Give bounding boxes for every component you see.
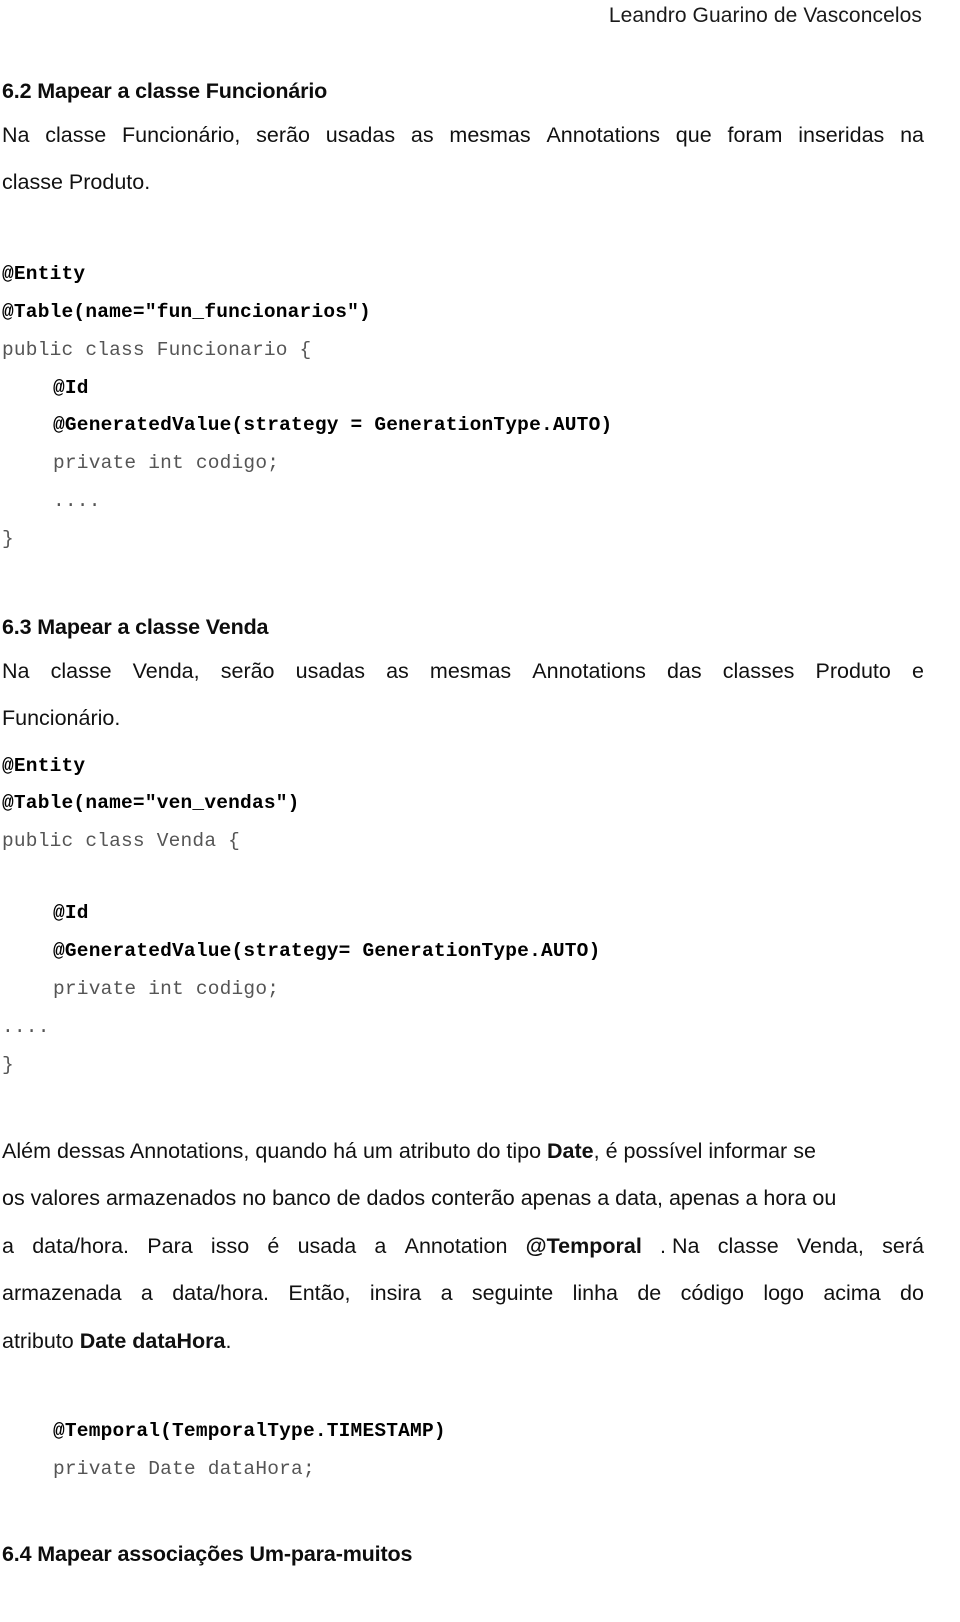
word: é <box>267 1234 280 1258</box>
code-line: private int codigo; <box>53 978 280 1000</box>
word: usadas <box>295 659 365 683</box>
word: Na <box>2 659 30 683</box>
word: armazenada <box>2 1281 122 1305</box>
word: Annotation <box>404 1234 508 1258</box>
code-line: @Id <box>53 902 89 924</box>
section-heading-6-4: 6.4 Mapear associações Um-para-muitos <box>2 1542 413 1566</box>
paragraph-temporal-line-4: armazenada a data/hora. Então, insira a … <box>2 1281 924 1305</box>
code-line: public class Venda { <box>2 830 241 852</box>
document-running-header: Leandro Guarino de Vasconcelos <box>608 4 922 27</box>
word: foram <box>727 123 783 147</box>
code-line: private Date dataHora; <box>53 1458 315 1480</box>
word: classe <box>717 1234 779 1258</box>
word: usada <box>297 1234 357 1258</box>
bold-date-keyword: Date <box>547 1139 594 1163</box>
word: código <box>680 1281 744 1305</box>
bold-temporal-annotation: @Temporal <box>525 1234 642 1258</box>
word: Então, <box>288 1281 351 1305</box>
word: do <box>900 1281 924 1305</box>
word: as <box>386 659 409 683</box>
document-page: Leandro Guarino de Vasconcelos 6.2 Mapea… <box>0 0 960 1622</box>
word: na <box>900 123 924 147</box>
word: Produto <box>815 659 891 683</box>
paragraph-temporal-line-1: Além dessas Annotations, quando há um at… <box>2 1139 924 1163</box>
code-line: @GeneratedValue(strategy = GenerationTyp… <box>53 414 613 436</box>
paragraph-temporal-line-5: atributo Date dataHora. <box>2 1329 924 1353</box>
word: inseridas <box>798 123 885 147</box>
word: e <box>911 659 924 683</box>
word: acima <box>823 1281 881 1305</box>
text-run: atributo <box>2 1329 80 1353</box>
word: das <box>666 659 702 683</box>
word: Funcionário, <box>122 123 241 147</box>
code-line: @Table(name="ven_vendas") <box>2 792 300 814</box>
word: Annotations <box>532 659 646 683</box>
word: serão <box>220 659 275 683</box>
code-line: .... <box>2 1016 50 1038</box>
code-line: @GeneratedValue(strategy= GenerationType… <box>53 940 601 962</box>
section-heading-6-2: 6.2 Mapear a classe Funcionário <box>2 79 328 103</box>
word: data/hora. <box>32 1234 130 1258</box>
word: será <box>882 1234 924 1258</box>
paragraph-6-2-line-2: classe Produto. <box>2 170 151 194</box>
code-line: @Temporal(TemporalType.TIMESTAMP) <box>53 1420 446 1442</box>
word: mesmas <box>449 123 531 147</box>
text-run: Além dessas Annotations, quando há um at… <box>2 1139 548 1163</box>
word: seguinte <box>471 1281 554 1305</box>
word: logo <box>763 1281 804 1305</box>
word: a <box>374 1234 387 1258</box>
word: de <box>637 1281 662 1305</box>
text-run: , é possível informar se <box>593 1139 816 1163</box>
word: classes <box>722 659 795 683</box>
bold-date-datahora: Date dataHora <box>79 1329 226 1353</box>
word: a <box>140 1281 153 1305</box>
word: insira <box>369 1281 422 1305</box>
text-run: . <box>225 1329 232 1353</box>
code-line: @Table(name="fun_funcionarios") <box>2 301 371 323</box>
code-line: } <box>2 1054 14 1076</box>
word: Venda, <box>132 659 200 683</box>
code-line: } <box>2 528 14 550</box>
word: data/hora. <box>172 1281 270 1305</box>
word: que <box>675 123 712 147</box>
word: linha <box>572 1281 618 1305</box>
section-heading-6-3: 6.3 Mapear a classe Venda <box>2 615 269 639</box>
paragraph-6-3-line-1: Na classe Venda, serão usadas as mesmas … <box>2 659 924 683</box>
word: as <box>410 123 434 147</box>
paragraph-temporal-line-3: a data/hora. Para isso é usada a Annotat… <box>2 1234 924 1258</box>
word: Na <box>2 123 30 147</box>
word: . Na <box>660 1234 700 1258</box>
code-line: @Entity <box>2 755 86 777</box>
code-line: @Id <box>53 377 89 399</box>
word: classe <box>50 659 112 683</box>
word: Para <box>147 1234 193 1258</box>
paragraph-6-2-line-1: Na classe Funcionário, serão usadas as m… <box>2 123 924 147</box>
code-line: @Entity <box>2 263 86 285</box>
word: isso <box>210 1234 250 1258</box>
paragraph-6-3-line-2: Funcionário. <box>2 706 121 730</box>
word: classe <box>45 123 107 147</box>
word: usadas <box>325 123 396 147</box>
paragraph-temporal-line-2: os valores armazenados no banco de dados… <box>2 1186 837 1210</box>
word: mesmas <box>429 659 512 683</box>
word: serão <box>256 123 310 147</box>
code-line: public class Funcionario { <box>2 339 312 361</box>
code-line: private int codigo; <box>53 452 280 474</box>
code-line: .... <box>53 490 101 512</box>
word: Annotations <box>546 123 660 147</box>
word: Venda, <box>796 1234 864 1258</box>
word: a <box>440 1281 453 1305</box>
word: a <box>2 1234 14 1258</box>
